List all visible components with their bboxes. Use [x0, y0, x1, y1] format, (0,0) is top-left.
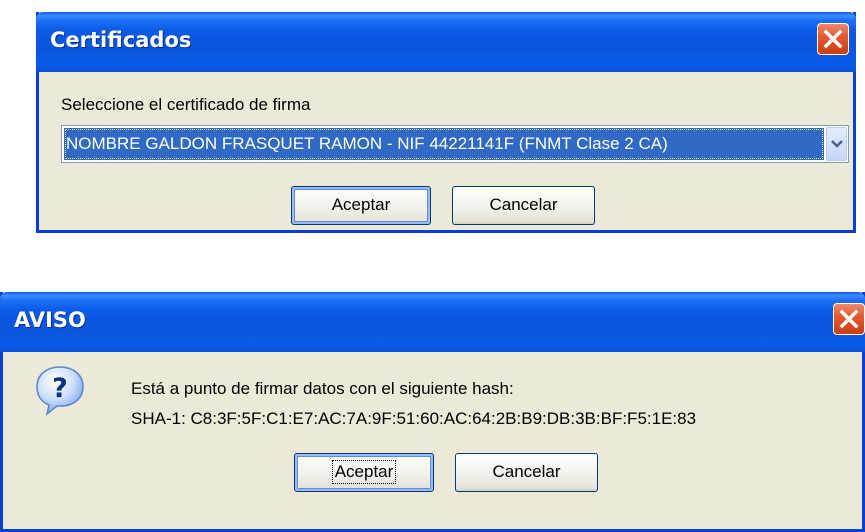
chevron-down-icon	[831, 140, 843, 148]
aviso-message-line1: Está a punto de firmar datos con el sigu…	[131, 379, 514, 398]
certificate-select-dropdown[interactable]	[826, 127, 847, 161]
accept-button-label: Aceptar	[331, 460, 397, 484]
close-button[interactable]	[833, 303, 865, 335]
close-icon	[839, 309, 859, 329]
svg-text:?: ?	[52, 373, 68, 404]
aviso-titlebar[interactable]: AVISO	[0, 292, 865, 352]
question-icon: ?	[36, 366, 84, 416]
certificate-select-value: NOMBRE GALDON FRASQUET RAMON - NIF 44221…	[64, 128, 824, 160]
certificados-title: Certificados	[50, 28, 192, 52]
certificate-select[interactable]: NOMBRE GALDON FRASQUET RAMON - NIF 44221…	[61, 125, 849, 163]
aviso-dialog: AVISO ? Está a punto de firmar datos con…	[0, 292, 865, 532]
accept-button[interactable]: Aceptar	[294, 453, 434, 492]
close-button[interactable]	[817, 23, 849, 55]
close-icon	[823, 29, 843, 49]
certificados-dialog: Certificados Seleccione el certificado d…	[36, 12, 856, 233]
cancel-button[interactable]: Cancelar	[455, 453, 598, 492]
aviso-title: AVISO	[14, 308, 86, 332]
certificados-titlebar[interactable]: Certificados	[36, 12, 856, 72]
aviso-hash-line: SHA-1: C8:3F:5F:C1:E7:AC:7A:9F:51:60:AC:…	[131, 409, 697, 428]
certificate-label: Seleccione el certificado de firma	[61, 95, 311, 114]
cancel-button[interactable]: Cancelar	[452, 186, 595, 225]
accept-button[interactable]: Aceptar	[291, 186, 431, 225]
